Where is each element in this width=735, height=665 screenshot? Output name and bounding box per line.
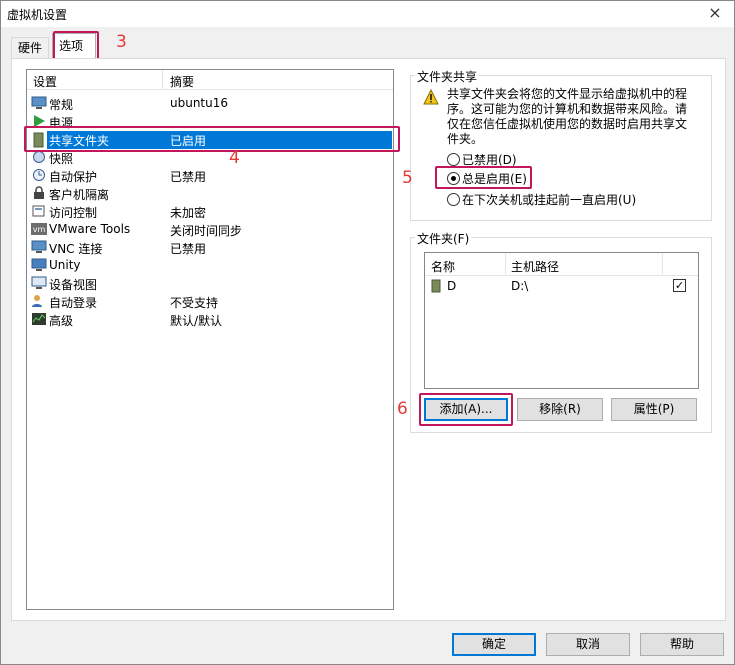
settings-row-summary: 已禁用 xyxy=(170,242,207,256)
settings-row-summary: 未加密 xyxy=(170,206,207,220)
settings-row-summary: ubuntu16 xyxy=(170,96,229,110)
settings-row-label: Unity xyxy=(49,258,81,272)
folder-properties-button[interactable]: 属性(P) xyxy=(611,398,697,421)
annotation-box-options-tab xyxy=(53,31,99,61)
settings-dialog: 虚拟机设置 × 硬件 选项 3 设置 摘要 常规 ubuntu16 电源 共享文… xyxy=(0,0,735,665)
annotation-box-shared-folders xyxy=(24,126,400,152)
settings-row-label: 客户机隔离 xyxy=(49,188,110,202)
settings-row-access-control[interactable]: 访问控制 未加密 xyxy=(27,203,393,221)
folder-name: D xyxy=(447,279,457,293)
column-header-summary[interactable]: 摘要 xyxy=(170,73,194,90)
settings-row-label: 自动保护 xyxy=(49,170,98,184)
help-button[interactable]: 帮助 xyxy=(640,633,724,656)
remove-folder-button[interactable]: 移除(R) xyxy=(517,398,603,421)
folder-sharing-label: 文件夹共享 xyxy=(415,68,480,85)
folder-icon xyxy=(431,279,441,296)
lock-icon xyxy=(31,186,47,202)
snapshot-icon xyxy=(31,150,47,166)
user-icon xyxy=(31,294,47,310)
chart-icon xyxy=(31,312,47,328)
settings-row-label: 设备视图 xyxy=(49,278,98,292)
close-icon[interactable]: × xyxy=(706,4,724,22)
annotation-3: 3 xyxy=(116,32,127,52)
column-header-name[interactable]: 名称 xyxy=(431,258,455,275)
title-bar: 虚拟机设置 × xyxy=(1,1,734,27)
svg-text:vm: vm xyxy=(33,225,46,234)
settings-row-device-view[interactable]: 设备视图 xyxy=(27,275,393,293)
settings-row-label: VNC 连接 xyxy=(49,242,103,256)
settings-row-autologin[interactable]: 自动登录 不受支持 xyxy=(27,293,393,311)
access-icon xyxy=(31,204,47,220)
settings-row-label: VMware Tools xyxy=(49,222,131,236)
settings-row-summary: 不受支持 xyxy=(170,296,219,310)
unity-icon xyxy=(31,258,47,274)
radio-dot xyxy=(447,153,460,166)
settings-row-autoprotect[interactable]: 自动保护 已禁用 xyxy=(27,167,393,185)
column-divider xyxy=(162,70,163,90)
folder-enabled-checkbox[interactable]: ✓ xyxy=(673,279,686,292)
column-header-host-path[interactable]: 主机路径 xyxy=(511,258,559,275)
settings-row-summary: 关闭时间同步 xyxy=(170,224,243,238)
clock-icon xyxy=(31,168,47,184)
folder-host-path: D:\ xyxy=(511,279,529,293)
settings-row-general[interactable]: 常规 ubuntu16 xyxy=(27,95,393,113)
settings-row-label: 常规 xyxy=(49,98,74,112)
column-header-setting[interactable]: 设置 xyxy=(33,73,57,90)
folders-list-header: 名称 主机路径 xyxy=(425,253,698,276)
device-icon xyxy=(31,276,47,292)
vnc-icon xyxy=(31,240,47,256)
cancel-button[interactable]: 取消 xyxy=(546,633,630,656)
folders-list: 名称 主机路径 D D:\ ✓ xyxy=(424,252,699,389)
window-title: 虚拟机设置 xyxy=(7,8,68,22)
annotation-box-always-enabled xyxy=(435,166,532,189)
settings-row-label: 高级 xyxy=(49,314,74,328)
settings-row-vmware-tools[interactable]: vm VMware Tools 关闭时间同步 xyxy=(27,221,393,239)
annotation-4: 4 xyxy=(229,148,240,168)
radio-dot xyxy=(447,193,460,206)
warning-text: 共享文件夹会将您的文件显示给虚拟机中的程序。这可能为您的计算机和数据带来风险。请… xyxy=(447,87,688,146)
settings-row-unity[interactable]: Unity xyxy=(27,257,393,275)
column-divider xyxy=(505,253,506,276)
tab-hardware[interactable]: 硬件 xyxy=(11,37,49,59)
settings-row-label: 快照 xyxy=(49,152,74,166)
radio-label: 在下次关机或挂起前一直启用(U) xyxy=(462,193,637,207)
column-divider xyxy=(662,253,663,276)
annotation-5: 5 xyxy=(402,168,413,188)
monitor-icon xyxy=(31,96,47,112)
settings-row-guest-isolation[interactable]: 客户机隔离 xyxy=(27,185,393,203)
vmware-icon: vm xyxy=(31,222,47,238)
settings-row-vnc[interactable]: VNC 连接 已禁用 xyxy=(27,239,393,257)
warning-icon xyxy=(423,88,439,105)
settings-row-summary: 默认/默认 xyxy=(170,314,223,328)
settings-row-summary: 已禁用 xyxy=(170,170,207,184)
settings-row-advanced[interactable]: 高级 默认/默认 xyxy=(27,311,393,329)
settings-row-label: 自动登录 xyxy=(49,296,98,310)
ok-button[interactable]: 确定 xyxy=(452,633,536,656)
settings-list-header: 设置 摘要 xyxy=(27,70,393,90)
folder-row[interactable]: D D:\ ✓ xyxy=(425,277,698,297)
annotation-box-add-button xyxy=(419,393,513,426)
folders-label: 文件夹(F) xyxy=(415,230,472,247)
settings-row-label: 访问控制 xyxy=(49,206,98,220)
annotation-6: 6 xyxy=(397,399,408,419)
